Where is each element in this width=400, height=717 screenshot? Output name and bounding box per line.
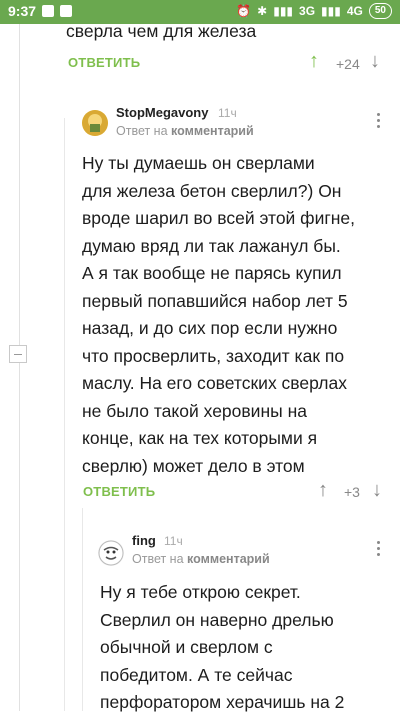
comment-line: маслу. На его советских сверлах: [82, 373, 347, 393]
comment-author[interactable]: StopMegavony: [116, 105, 208, 120]
comment-line: перфоратором херачишь на 2: [100, 692, 345, 712]
network-type-2: 4G: [346, 4, 363, 18]
app-notification-icon-2: [60, 5, 73, 17]
comment-reply-meta: Ответ на комментарий: [116, 124, 254, 138]
downvote-icon[interactable]: ↓: [372, 479, 382, 502]
thread-guide-line-2: [64, 118, 65, 711]
avatar[interactable]: [98, 540, 124, 566]
upvote-icon[interactable]: ↑: [309, 50, 319, 73]
reply-button[interactable]: ОТВЕТИТЬ: [83, 484, 155, 499]
comment-line: не было такой херовины на: [82, 400, 307, 421]
comment-score: +24: [336, 56, 360, 72]
comment-reply-meta: Ответ на комментарий: [132, 552, 270, 566]
thread-guide-line-3: [82, 508, 83, 711]
status-right: ⏰ ✱ ▮▮▮ 3G ▮▮▮ 4G 50: [236, 3, 392, 19]
alarm-icon: ⏰: [236, 4, 252, 18]
comment-line: первый попавшийся набор лет 5: [82, 290, 348, 311]
downvote-icon[interactable]: ↓: [370, 50, 380, 73]
comment-score: +3: [344, 484, 360, 500]
status-left: 9:37: [8, 3, 73, 19]
thread-guide-line: [19, 24, 20, 711]
bluetooth-icon: ✱: [257, 4, 268, 18]
comment-line: Ну я тебе открою секрет.: [100, 582, 301, 602]
comment-line: вроде шарил во всей этой фигне,: [82, 208, 356, 228]
comment-line: назад, и до сих пор если нужно: [82, 318, 338, 338]
comment-line: победитом. А те сейчас: [100, 664, 293, 685]
more-options-icon[interactable]: [377, 541, 381, 559]
comment-time: 11ч: [218, 106, 237, 120]
status-time: 9:37: [8, 3, 37, 19]
comment-author[interactable]: fing: [132, 533, 156, 548]
comment-time: 11ч: [164, 534, 183, 548]
collapse-thread-button[interactable]: [9, 345, 27, 363]
avatar[interactable]: [82, 110, 108, 136]
signal-icon-2: ▮▮▮: [321, 4, 341, 18]
comment-line: сверлю) может дело в этом: [82, 455, 305, 476]
reply-button[interactable]: ОТВЕТИТЬ: [68, 55, 140, 70]
more-options-icon[interactable]: [377, 113, 381, 131]
comment-body: Ну ты думаешь он сверлами для железа бет…: [82, 150, 355, 480]
comment-line: думаю вряд ли так лажанул бы.: [82, 235, 341, 256]
meta-prefix: Ответ на: [116, 124, 168, 138]
comment-line: А я так вообще не парясь купил: [82, 263, 342, 283]
comment-line: конце, как на тех которыми я: [82, 428, 318, 448]
comment-line: для железа бетон сверлил?) Он: [82, 180, 342, 201]
meta-link[interactable]: комментарий: [171, 124, 254, 138]
upvote-icon[interactable]: ↑: [318, 479, 328, 502]
comment-text-tail: сверла чем для железа: [66, 21, 257, 41]
network-type-1: 3G: [299, 4, 316, 18]
comment-line: Сверлил он наверно дрелью: [100, 609, 334, 630]
comment-line: что просверлить, заходит как по: [82, 345, 345, 366]
comment-line: Ну ты думаешь он сверлами: [82, 153, 315, 173]
meta-prefix: Ответ на: [132, 552, 184, 566]
signal-icon: ▮▮▮: [273, 4, 294, 18]
comment-body: Ну я тебе открою секрет. Сверлил он наве…: [100, 579, 344, 717]
app-notification-icon: [42, 5, 55, 17]
meta-link[interactable]: комментарий: [187, 552, 270, 566]
battery-icon: 50: [368, 3, 392, 19]
comment-line: обычной и сверлом с: [100, 637, 273, 657]
